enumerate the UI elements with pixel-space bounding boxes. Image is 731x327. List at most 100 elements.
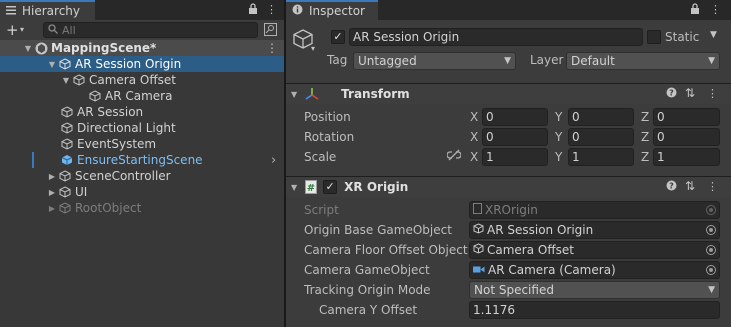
static-dropdown-chevron-icon[interactable]: ▼ (710, 30, 717, 40)
scale-z-field[interactable]: 1 (653, 148, 720, 166)
xr-origin-title: XR Origin (344, 180, 409, 194)
script-file-icon (473, 203, 482, 217)
axis-y-label: Y (555, 130, 563, 144)
component-menu-icon[interactable]: ⋮ (707, 87, 718, 100)
item-label: AR Camera (105, 89, 173, 103)
gameobject-cube-icon (58, 201, 72, 215)
tracking-origin-mode-value: Not Specified (474, 283, 554, 297)
script-object-field: XROrigin (469, 201, 720, 219)
item-label: AR Session (77, 105, 144, 119)
add-dropdown-chevron-icon[interactable]: ▾ (20, 25, 24, 34)
hierarchy-item-ar-session[interactable]: AR Session (0, 104, 284, 120)
camera-gameobject-field[interactable]: AR Camera (Camera) (469, 261, 720, 279)
icon-dropdown-chevron-icon[interactable]: ▾ (311, 44, 315, 53)
hierarchy-tabbar: Hierarchy ⋮ (0, 0, 284, 20)
camera-floor-offset-object-field[interactable]: Camera Offset (469, 241, 720, 259)
tab-hierarchy[interactable]: Hierarchy (0, 0, 95, 20)
search-placeholder: All (62, 23, 76, 37)
gameobject-cube-icon (58, 169, 72, 183)
hierarchy-item-rootobject[interactable]: ▶ RootObject (0, 200, 284, 216)
expand-arrow-icon[interactable]: ▼ (60, 76, 72, 85)
inspector-tabbar: Inspector ⋮ (286, 0, 731, 20)
position-z-field[interactable]: 0 (653, 108, 720, 126)
hierarchy-item-camera-offset[interactable]: ▼ Camera Offset (0, 72, 284, 88)
rotation-z-field[interactable]: 0 (653, 128, 720, 146)
tag-dropdown[interactable]: Untagged ▼ (353, 52, 516, 70)
rotation-x-field[interactable]: 0 (482, 128, 548, 146)
expand-arrow-icon[interactable]: ▶ (46, 204, 58, 213)
xr-origin-enabled-checkbox[interactable]: ✓ (323, 180, 338, 194)
hierarchy-item-ensurestartingscene[interactable]: EnsureStartingScene › (0, 152, 284, 168)
hierarchy-item-ar-camera[interactable]: AR Camera (0, 88, 284, 104)
object-name-field[interactable]: AR Session Origin (349, 28, 643, 46)
lock-icon[interactable] (248, 3, 258, 17)
tracking-origin-mode-dropdown[interactable]: Not Specified ▼ (469, 281, 720, 299)
position-label: Position (304, 110, 351, 124)
unity-scene-icon (34, 41, 48, 55)
object-picker-icon[interactable] (706, 265, 716, 275)
inspector-tab-label: Inspector (309, 4, 365, 18)
hierarchy-item-ar-session-origin[interactable]: ▼ AR Session Origin (0, 56, 284, 72)
lock-icon[interactable] (690, 3, 700, 17)
object-picker-icon[interactable] (706, 245, 716, 255)
origin-base-object-field[interactable]: AR Session Origin (469, 221, 720, 239)
scale-x-field[interactable]: 1 (482, 148, 548, 166)
expand-arrow-icon[interactable]: ▼ (291, 90, 297, 99)
camera-icon (473, 263, 485, 277)
more-options-icon[interactable]: ⋮ (710, 3, 721, 16)
layer-dropdown[interactable]: Default ▼ (566, 52, 720, 70)
preset-sliders-icon[interactable]: ⇅ (685, 86, 695, 100)
tag-label: Tag (327, 53, 348, 67)
gameobject-cube-icon (473, 223, 484, 237)
scene-menu-icon[interactable]: ⋮ (266, 41, 278, 55)
object-picker-icon[interactable] (706, 225, 716, 235)
axis-z-label: Z (641, 130, 650, 144)
hierarchy-tab-label: Hierarchy (22, 4, 81, 18)
xr-origin-header[interactable]: ▼ # ✓ XR Origin ? ⇅ ⋮ (286, 176, 731, 197)
camera-y-offset-label: Camera Y Offset (319, 303, 418, 317)
scene-name: MappingScene* (51, 41, 157, 55)
item-label: UI (75, 185, 88, 199)
hierarchy-item-scenecontroller[interactable]: ▶ SceneController (0, 168, 284, 184)
prefab-cube-icon (60, 153, 74, 167)
constrain-proportions-link-icon[interactable] (446, 149, 462, 164)
more-options-icon[interactable]: ⋮ (266, 3, 277, 16)
axis-y-label: Y (555, 110, 563, 124)
hierarchy-item-eventsystem[interactable]: EventSystem (0, 136, 284, 152)
hierarchy-item-directional-light[interactable]: Directional Light (0, 120, 284, 136)
search-filter-icon[interactable] (264, 23, 277, 39)
expand-arrow-icon[interactable]: ▼ (22, 44, 34, 53)
axis-z-label: Z (641, 150, 650, 164)
hierarchy-search-input[interactable]: All (43, 22, 258, 38)
add-icon[interactable]: + (6, 21, 19, 39)
script-value: XROrigin (485, 203, 538, 217)
tab-inspector[interactable]: Inspector (286, 0, 378, 20)
scale-y-field[interactable]: 1 (568, 148, 634, 166)
chevron-right-icon[interactable]: › (271, 153, 276, 168)
transform-header[interactable]: ▼ Transform ? ⇅ ⋮ (286, 83, 731, 104)
axis-x-label: X (470, 130, 479, 144)
active-checkbox[interactable]: ✓ (331, 30, 345, 44)
rotation-y-field[interactable]: 0 (568, 128, 634, 146)
help-icon[interactable]: ? (666, 180, 677, 194)
expand-arrow-icon[interactable]: ▶ (46, 188, 58, 197)
gameobject-cube-icon (60, 105, 74, 119)
expand-arrow-icon[interactable]: ▼ (291, 183, 297, 192)
gameobject-cube-icon (58, 57, 72, 71)
expand-arrow-icon[interactable]: ▼ (46, 60, 58, 69)
hierarchy-item-ui[interactable]: ▶ UI (0, 184, 284, 200)
preset-sliders-icon[interactable]: ⇅ (685, 179, 695, 193)
position-x-field[interactable]: 0 (482, 108, 548, 126)
scene-row[interactable]: ▼ MappingScene* ⋮ (0, 40, 284, 56)
item-label: Directional Light (77, 121, 176, 135)
static-checkbox[interactable] (647, 30, 661, 44)
axis-y-label: Y (555, 150, 563, 164)
expand-arrow-icon[interactable]: ▶ (46, 172, 58, 181)
position-y-field[interactable]: 0 (568, 108, 634, 126)
camera-floor-offset-value: Camera Offset (487, 243, 574, 257)
item-label: EventSystem (77, 137, 157, 151)
component-menu-icon[interactable]: ⋮ (707, 180, 718, 193)
help-icon[interactable]: ? (666, 87, 677, 101)
camera-floor-offset-label: Camera Floor Offset Object (304, 243, 468, 257)
camera-y-offset-field[interactable]: 1.1176 (469, 301, 720, 319)
